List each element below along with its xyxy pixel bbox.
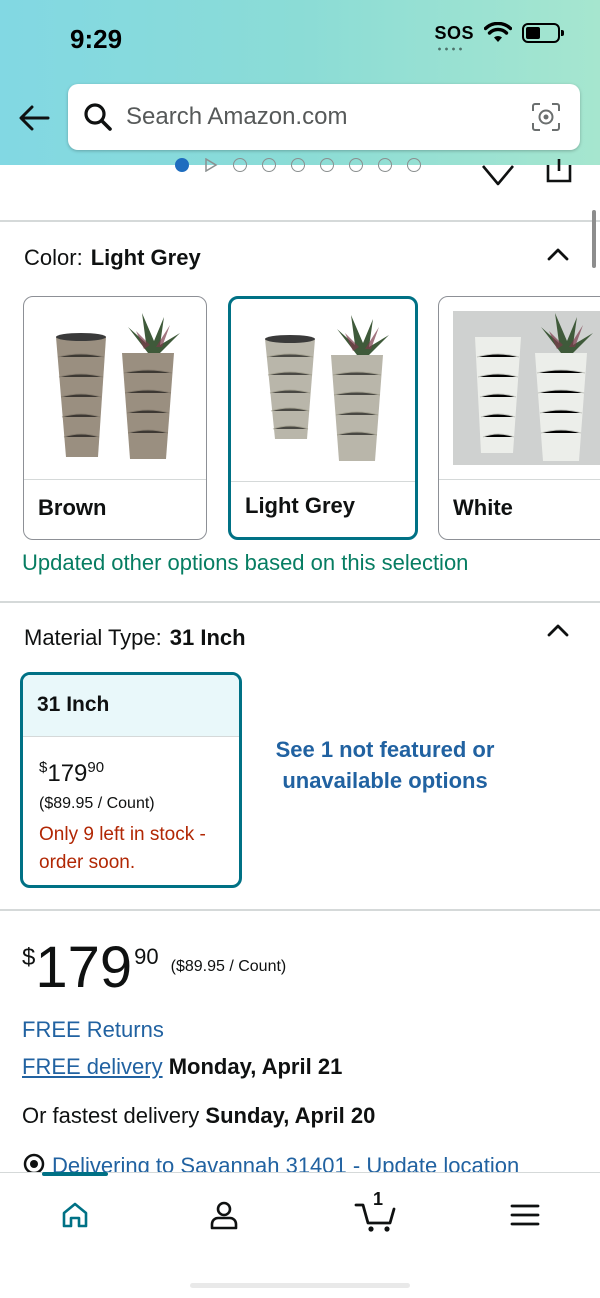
color-label: Color: Light Grey [24,245,201,271]
material-option-card[interactable]: 31 Inch $17990 ($89.95 / Count) Only 9 l… [20,672,242,888]
price-fraction: 90 [87,759,105,776]
price-fraction: 90 [134,944,159,969]
see-unavailable-options-link[interactable]: See 1 not featured or unavailable option… [270,734,500,796]
product-image [56,313,180,459]
swatch-separator [231,481,415,482]
cart-count-badge: 1 [373,1189,384,1209]
product-image [265,315,389,461]
section-divider [0,601,600,603]
carousel-dot-active[interactable] [175,158,189,172]
app-header: 9:29 SOS [0,0,600,165]
material-label-text: Material Type: [24,625,162,650]
active-tab-indicator [42,1172,108,1176]
search-input[interactable] [126,103,506,131]
color-option-label: Brown [38,495,107,520]
camera-search-icon[interactable] [530,101,562,133]
price-whole: 179 [35,935,133,1000]
material-option-unit-price: ($89.95 / Count) [39,795,155,812]
hamburger-menu-icon [510,1204,540,1226]
product-image [453,311,600,465]
status-icons: SOS [434,22,564,51]
carousel-dot[interactable] [233,158,247,172]
wishlist-heart-icon[interactable] [480,158,516,188]
carousel-dot[interactable] [320,158,334,172]
bottom-nav: 1 [0,1172,600,1298]
fastest-delivery-date: Sunday, April 20 [205,1103,376,1128]
delivery-location-link[interactable]: Delivering to Savannah 31401 - Update lo… [22,1152,519,1174]
image-carousel-dots[interactable] [175,158,421,172]
color-option-label: Light Grey [245,493,356,518]
sos-indicator: SOS [434,22,474,51]
free-delivery-date: Monday, April 21 [168,1054,343,1079]
status-time: 9:29 [70,24,123,54]
carousel-dot[interactable] [262,158,276,172]
material-label: Material Type: 31 Inch [24,625,246,651]
price-whole: 179 [47,760,88,787]
color-option-brown[interactable]: Brown [23,296,207,540]
free-delivery-line: FREE delivery Monday, April 21 [22,1054,342,1080]
battery-icon [522,23,564,43]
fastest-delivery-line: Or fastest delivery Sunday, April 20 [22,1103,375,1129]
location-pin-icon [23,1153,45,1174]
stock-warning: Only 9 left in stock - order soon. [39,824,206,873]
color-option-label: White [453,495,513,520]
material-option-price: $17990 [39,759,104,788]
product-price: $ 179 90 ($89.95 / Count) [22,930,286,1006]
swatch-separator [24,479,206,480]
color-label-text: Color: [24,245,83,270]
unit-price: ($89.95 / Count) [170,958,287,975]
material-option-name: 31 Inch [23,675,239,737]
fastest-delivery-prefix: Or fastest delivery [22,1103,200,1128]
delivery-location-text: Delivering to Savannah 31401 - Update lo… [52,1153,520,1174]
free-returns-link[interactable]: FREE Returns [22,1017,164,1043]
price-symbol: $ [22,944,36,971]
nav-menu[interactable] [495,1195,555,1235]
chevron-up-icon[interactable] [546,246,570,262]
carousel-dot[interactable] [407,158,421,172]
chevron-up-icon[interactable] [546,622,570,638]
share-icon[interactable] [544,155,574,185]
user-icon [210,1201,238,1230]
nav-account[interactable] [194,1195,254,1235]
home-icon [62,1202,88,1228]
carousel-dot[interactable] [349,158,363,172]
back-arrow-icon[interactable] [16,100,52,136]
color-selected-value: Light Grey [90,245,201,270]
swatch-separator [439,479,600,480]
carousel-dot[interactable] [378,158,392,172]
material-selected-value: 31 Inch [169,625,246,650]
section-divider [0,909,600,911]
search-bar[interactable] [68,84,580,150]
section-divider [0,220,600,222]
search-icon [84,103,112,131]
color-option-light-grey[interactable]: Light Grey [228,296,418,540]
nav-home[interactable] [45,1195,105,1235]
free-delivery-link[interactable]: FREE delivery [22,1054,163,1079]
scrollbar[interactable] [592,210,596,268]
carousel-dot[interactable] [291,158,305,172]
color-option-white[interactable]: White [438,296,600,540]
home-indicator-bar [190,1283,410,1288]
wifi-icon [484,22,512,42]
options-updated-note: Updated other options based on this sele… [22,550,469,575]
video-play-icon[interactable] [204,158,218,172]
